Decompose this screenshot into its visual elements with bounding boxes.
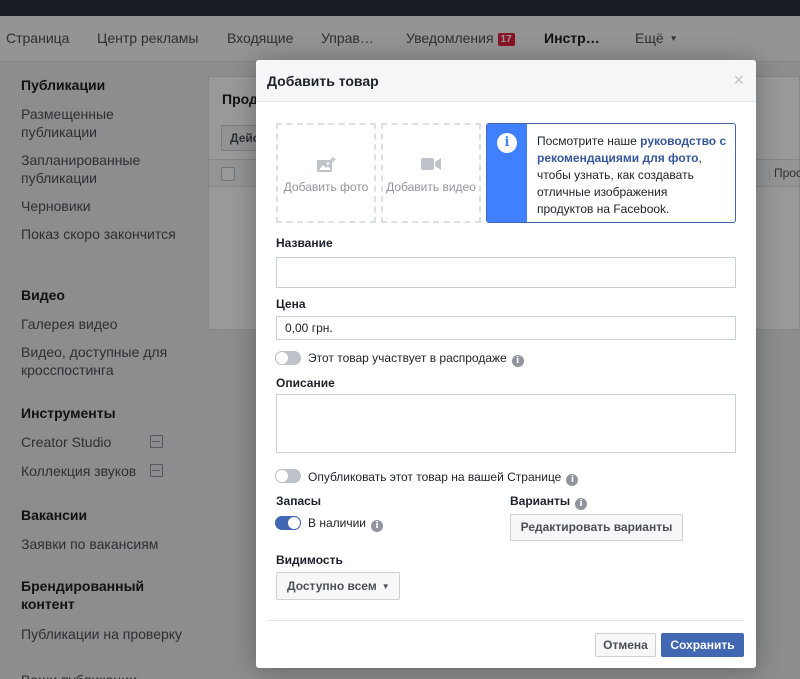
variants-label-row: Варианты i	[510, 494, 588, 510]
save-button[interactable]: Сохранить	[661, 633, 744, 657]
add-photo-label: Добавить фото	[283, 180, 369, 194]
description-label: Описание	[276, 376, 335, 390]
add-photo-button[interactable]: Добавить фото	[276, 123, 376, 223]
sale-toggle-label: Этот товар участвует в распродаже	[308, 351, 507, 365]
price-label: Цена	[276, 297, 306, 311]
info-icon: i	[497, 133, 517, 153]
info-text-before: Посмотрите наше	[537, 134, 641, 148]
video-camera-icon	[421, 158, 441, 170]
name-input[interactable]	[276, 257, 736, 288]
dialog-title: Добавить товар	[267, 73, 379, 89]
publish-toggle-label: Опубликовать этот товар на вашей Страниц…	[308, 470, 562, 484]
close-icon[interactable]: ×	[733, 70, 744, 91]
in-stock-label: В наличии	[308, 516, 367, 530]
stock-label: Запасы	[276, 494, 322, 508]
cancel-button[interactable]: Отмена	[595, 633, 656, 657]
publish-toggle-row: Опубликовать этот товар на вашей Страниц…	[308, 470, 579, 486]
name-label: Название	[276, 236, 333, 250]
footer-divider	[268, 620, 744, 621]
info-text: Посмотрите наше руководство с рекомендац…	[537, 133, 727, 218]
description-textarea[interactable]	[276, 394, 736, 453]
variants-label: Варианты	[510, 494, 571, 508]
photo-guide-info: i Посмотрите наше руководство с рекоменд…	[486, 123, 736, 223]
info-icon[interactable]: i	[566, 474, 579, 486]
in-stock-row: В наличии i	[308, 516, 384, 532]
visibility-value: Доступно всем	[287, 579, 377, 593]
add-product-dialog: Добавить товар × Добавить фото Добавить …	[256, 60, 756, 668]
publish-toggle[interactable]	[275, 469, 301, 483]
info-icon[interactable]: i	[371, 520, 384, 532]
sale-toggle-row: Этот товар участвует в распродаже i	[308, 351, 524, 367]
add-video-button[interactable]: Добавить видео	[381, 123, 481, 223]
photo-icon	[317, 157, 336, 172]
in-stock-toggle[interactable]	[275, 516, 301, 530]
visibility-label: Видимость	[276, 553, 343, 567]
edit-variants-button[interactable]: Редактировать варианты	[510, 514, 683, 541]
add-video-label: Добавить видео	[386, 180, 476, 194]
visibility-select[interactable]: Доступно всем ▼	[276, 572, 400, 600]
sale-toggle[interactable]	[275, 351, 301, 365]
price-input[interactable]	[276, 316, 736, 340]
info-icon[interactable]: i	[575, 498, 588, 510]
info-strip: i	[487, 124, 527, 222]
dialog-header: Добавить товар ×	[256, 60, 756, 102]
info-icon[interactable]: i	[511, 355, 524, 367]
caret-down-icon: ▼	[381, 582, 390, 591]
